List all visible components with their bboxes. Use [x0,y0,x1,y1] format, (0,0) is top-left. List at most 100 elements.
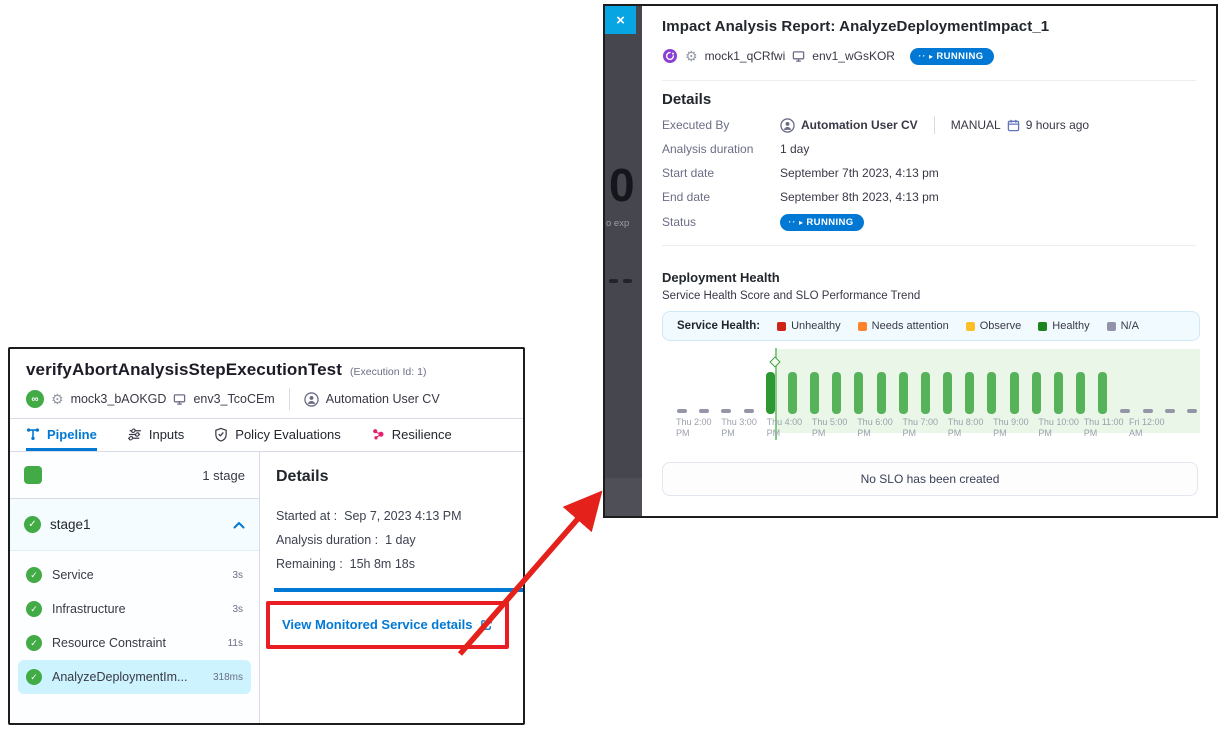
health-score-bar [1010,372,1019,414]
stage-name: stage1 [50,517,224,532]
success-check-icon: ✓ [26,669,42,685]
environment-icon [173,393,186,406]
execution-panel: verifyAbortAnalysisStepExecutionTest (Ex… [8,347,525,725]
health-score-bar [1032,372,1041,414]
tab-policy-evaluations-label: Policy Evaluations [235,427,341,442]
x-tick-label: Thu 2:00 PM [676,417,720,438]
x-tick-label: Thu 5:00 PM [812,417,856,438]
analysis-duration-label: Analysis duration [662,142,780,156]
x-tick-label: Thu 6:00 PM [857,417,901,438]
step-row-infrastructure[interactable]: ✓ Infrastructure 3s [18,592,251,626]
gear-icon: ⚙ [685,49,698,63]
legend-label: Service Health: [677,320,760,332]
started-at-label: Started at : [276,509,337,523]
legend-item-unhealthy: Unhealthy [777,320,841,332]
dimmed-background-strip: × 0 o exp [605,6,642,516]
x-tick-label: Thu 4:00 PM [767,417,811,438]
user-avatar-icon [304,392,319,407]
end-date-label: End date [662,190,780,204]
execution-header: verifyAbortAnalysisStepExecutionTest (Ex… [10,349,523,418]
close-button[interactable]: × [605,6,636,34]
health-score-bar [877,372,886,414]
step-duration: 3s [232,604,243,615]
chevron-up-icon[interactable] [233,521,245,529]
step-row-resource-constraint[interactable]: ✓ Resource Constraint 11s [18,626,251,660]
no-data-dash [1120,409,1130,413]
executed-by-label: Executed By [662,118,780,132]
health-score-bar [987,372,996,414]
health-score-bar [1054,372,1063,414]
step-details-panel: Details Started at : Sep 7, 2023 4:13 PM… [260,452,523,725]
step-name: AnalyzeDeploymentIm... [52,670,203,684]
detail-row-executed-by: Executed By Automation User CV MANUAL 9 … [662,113,1196,137]
tab-inputs[interactable]: Inputs [127,419,184,451]
health-score-chart: Thu 2:00 PM Thu 3:00 PM Thu 4:00 PM Thu … [674,346,1200,442]
no-data-dash [1165,409,1175,413]
execution-tabbar: Pipeline Inputs Policy Evaluations Resil… [10,418,523,451]
execution-id: (Execution Id: 1) [350,366,426,378]
tab-pipeline-label: Pipeline [47,427,97,442]
link-icon: ∞ [26,390,44,408]
details-heading: Details [276,468,511,486]
detail-row-analysis-duration: Analysis duration 1 day [662,137,1196,161]
end-date-value: September 8th 2023, 4:13 pm [780,190,939,204]
detail-row-end-date: End date September 8th 2023, 4:13 pm [662,185,1196,209]
inputs-icon [125,428,143,441]
modal-environment-name: env1_wGsKOR [812,49,895,63]
step-row-service[interactable]: ✓ Service 3s [18,558,251,592]
success-check-icon: ✓ [26,601,42,617]
modal-service-name: mock1_qCRfwi [705,49,786,63]
stage-column: 1 stage ✓ stage1 ✓ Service 3s ✓ Infrastr [10,452,260,725]
remaining-value: 15h 8m 18s [350,557,415,571]
view-monitored-service-link[interactable]: View Monitored Service details [282,617,493,632]
tab-inputs-label: Inputs [149,427,184,442]
legend-item-na: N/A [1107,320,1139,332]
remaining-label: Remaining : [276,557,343,571]
screenshot-canvas: verifyAbortAnalysisStepExecutionTest (Ex… [0,0,1224,732]
no-data-dash [1187,409,1197,413]
analysis-duration-label: Analysis duration : [276,533,378,547]
environment-name: env3_TcoCEm [193,392,274,406]
step-name: Service [52,568,222,582]
health-score-bar [1076,372,1085,414]
health-score-bar [766,372,775,414]
start-date-label: Start date [662,166,780,180]
legend-item-observe: Observe [966,320,1022,332]
no-slo-message: No SLO has been created [662,462,1198,496]
modal-content: Impact Analysis Report: AnalyzeDeploymen… [642,6,1216,516]
health-score-bar [943,372,952,414]
running-icon: ·· [918,51,926,61]
tab-policy-evaluations[interactable]: Policy Evaluations [214,419,341,451]
health-source-icon [662,48,678,64]
deployment-health-heading: Deployment Health [662,270,1200,285]
analysis-duration-value: 1 day [385,533,416,547]
no-data-dash [699,409,709,413]
user-avatar-icon [780,118,795,133]
shield-check-icon [214,427,228,442]
health-score-bar [1098,372,1107,414]
healthy-swatch [1038,322,1047,331]
start-date-value: September 7th 2023, 4:13 pm [780,166,939,180]
status-label: Status [662,215,780,229]
x-tick-label: Thu 11:00 PM [1084,417,1128,438]
tab-resilience[interactable]: Resilience [371,419,452,451]
analysis-progress-bar [274,588,523,592]
impact-analysis-modal: × 0 o exp Impact Analysis Report: Analyz… [603,4,1218,518]
no-data-dash [1143,409,1153,413]
gear-icon: ⚙ [51,392,64,406]
external-link-icon [480,618,493,631]
tab-pipeline[interactable]: Pipeline [26,419,97,451]
annotation-highlight-box: View Monitored Service details [266,601,509,649]
trigger-type: MANUAL [951,118,1001,132]
no-data-dash [744,409,754,413]
legend-item-needs-attention: Needs attention [858,320,949,332]
step-name: Resource Constraint [52,636,218,650]
stage-status-square [24,466,42,484]
step-duration: 3s [232,570,243,581]
background-chart-dashes [609,279,632,283]
status-badge: ··▸RUNNING [910,48,994,65]
stage-row[interactable]: ✓ stage1 [10,499,259,551]
needs-attention-swatch [858,322,867,331]
step-row-analyze-deployment-impact[interactable]: ✓ AnalyzeDeploymentIm... 318ms [18,660,251,694]
step-name: Infrastructure [52,602,222,616]
